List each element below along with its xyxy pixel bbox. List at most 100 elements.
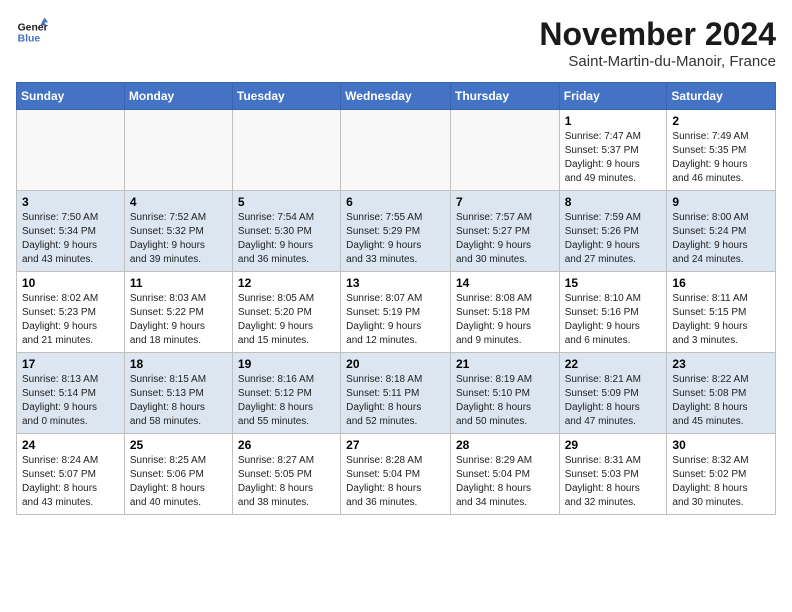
- calendar-cell: 21Sunrise: 8:19 AM Sunset: 5:10 PM Dayli…: [450, 353, 559, 434]
- day-number: 10: [22, 276, 119, 290]
- day-detail: Sunrise: 8:18 AM Sunset: 5:11 PM Dayligh…: [346, 373, 445, 429]
- day-number: 21: [456, 357, 554, 371]
- day-detail: Sunrise: 8:21 AM Sunset: 5:09 PM Dayligh…: [565, 373, 662, 429]
- day-number: 20: [346, 357, 445, 371]
- calendar-week-row: 17Sunrise: 8:13 AM Sunset: 5:14 PM Dayli…: [17, 353, 776, 434]
- day-detail: Sunrise: 8:11 AM Sunset: 5:15 PM Dayligh…: [672, 292, 770, 348]
- calendar-cell: 20 Sunrise: 8:18 AM Sunset: 5:11 PM Dayli…: [341, 353, 451, 434]
- calendar-cell: 10 Sunrise: 8:02 AM Sunset: 5:23 PM Dayli…: [17, 272, 125, 353]
- title-block: November 2024 Saint-Martin-du-Manoir, Fr…: [539, 16, 776, 70]
- calendar-table: SundayMondayTuesdayWednesdayThursdayFrid…: [16, 82, 776, 515]
- day-number: 15: [565, 276, 662, 290]
- calendar-cell: 18 Sunrise: 8:15 AM Sunset: 5:13 PM Dayli…: [124, 353, 232, 434]
- day-number: 11: [130, 276, 227, 290]
- day-number: 29: [565, 438, 662, 452]
- day-detail: Sunrise: 7:54 AM Sunset: 5:30 PM Dayligh…: [238, 211, 335, 267]
- calendar-week-row: 3 Sunrise: 7:50 AM Sunset: 5:34 PM Daylig…: [17, 191, 776, 272]
- day-detail: Sunrise: 8:22 AM Sunset: 5:08 PM Dayligh…: [672, 373, 770, 429]
- day-number: 14: [456, 276, 554, 290]
- calendar-cell: 15 Sunrise: 8:10 AM Sunset: 5:16 PM Dayli…: [559, 272, 667, 353]
- day-detail: Sunrise: 8:24 AM Sunset: 5:07 PM Dayligh…: [22, 454, 119, 510]
- logo: General Blue: [16, 16, 48, 48]
- calendar-header-row: SundayMondayTuesdayWednesdayThursdayFrid…: [17, 83, 776, 110]
- page-header: General Blue November 2024 Saint-Martin-…: [16, 16, 776, 70]
- calendar-week-row: 24 Sunrise: 8:24 AM Sunset: 5:07 PM Dayli…: [17, 434, 776, 515]
- day-number: 23: [672, 357, 770, 371]
- calendar-cell: [341, 110, 451, 191]
- day-detail: Sunrise: 7:50 AM Sunset: 5:34 PM Dayligh…: [22, 211, 119, 267]
- calendar-cell: 24 Sunrise: 8:24 AM Sunset: 5:07 PM Dayli…: [17, 434, 125, 515]
- day-detail: Sunrise: 8:28 AM Sunset: 5:04 PM Dayligh…: [346, 454, 445, 510]
- day-number: 17: [22, 357, 119, 371]
- day-detail: Sunrise: 8:05 AM Sunset: 5:20 PM Dayligh…: [238, 292, 335, 348]
- day-number: 19: [238, 357, 335, 371]
- calendar-cell: 27 Sunrise: 8:28 AM Sunset: 5:04 PM Dayli…: [341, 434, 451, 515]
- day-number: 27: [346, 438, 445, 452]
- day-number: 22: [565, 357, 662, 371]
- day-number: 16: [672, 276, 770, 290]
- calendar-cell: 3 Sunrise: 7:50 AM Sunset: 5:34 PM Daylig…: [17, 191, 125, 272]
- day-number: 24: [22, 438, 119, 452]
- day-number: 2: [672, 114, 770, 128]
- day-number: 28: [456, 438, 554, 452]
- month-title: November 2024: [539, 16, 776, 53]
- calendar-cell: 1 Sunrise: 7:47 AM Sunset: 5:37 PM Daylig…: [559, 110, 667, 191]
- day-detail: Sunrise: 7:59 AM Sunset: 5:26 PM Dayligh…: [565, 211, 662, 267]
- day-number: 5: [238, 195, 335, 209]
- calendar-cell: 23 Sunrise: 8:22 AM Sunset: 5:08 PM Dayli…: [667, 353, 776, 434]
- day-detail: Sunrise: 8:00 AM Sunset: 5:24 PM Dayligh…: [672, 211, 770, 267]
- calendar-week-row: 10 Sunrise: 8:02 AM Sunset: 5:23 PM Dayli…: [17, 272, 776, 353]
- calendar-cell: 16 Sunrise: 8:11 AM Sunset: 5:15 PM Dayli…: [667, 272, 776, 353]
- day-detail: Sunrise: 8:29 AM Sunset: 5:04 PM Dayligh…: [456, 454, 554, 510]
- day-detail: Sunrise: 8:16 AM Sunset: 5:12 PM Dayligh…: [238, 373, 335, 429]
- calendar-cell: 8Sunrise: 7:59 AM Sunset: 5:26 PM Daylig…: [559, 191, 667, 272]
- calendar-cell: 25 Sunrise: 8:25 AM Sunset: 5:06 PM Dayli…: [124, 434, 232, 515]
- weekday-header: Thursday: [450, 83, 559, 110]
- day-detail: Sunrise: 8:15 AM Sunset: 5:13 PM Dayligh…: [130, 373, 227, 429]
- calendar-cell: [232, 110, 340, 191]
- day-number: 12: [238, 276, 335, 290]
- calendar-cell: 19 Sunrise: 8:16 AM Sunset: 5:12 PM Dayli…: [232, 353, 340, 434]
- day-detail: Sunrise: 7:52 AM Sunset: 5:32 PM Dayligh…: [130, 211, 227, 267]
- day-number: 18: [130, 357, 227, 371]
- calendar-cell: 26 Sunrise: 8:27 AM Sunset: 5:05 PM Dayli…: [232, 434, 340, 515]
- day-detail: Sunrise: 8:10 AM Sunset: 5:16 PM Dayligh…: [565, 292, 662, 348]
- weekday-header: Sunday: [17, 83, 125, 110]
- svg-text:Blue: Blue: [18, 34, 41, 45]
- calendar-cell: 13Sunrise: 8:07 AM Sunset: 5:19 PM Dayli…: [341, 272, 451, 353]
- day-number: 3: [22, 195, 119, 209]
- day-number: 9: [672, 195, 770, 209]
- calendar-cell: 30Sunrise: 8:32 AM Sunset: 5:02 PM Dayli…: [667, 434, 776, 515]
- weekday-header: Wednesday: [341, 83, 451, 110]
- calendar-cell: [17, 110, 125, 191]
- calendar-cell: 5 Sunrise: 7:54 AM Sunset: 5:30 PM Daylig…: [232, 191, 340, 272]
- weekday-header: Monday: [124, 83, 232, 110]
- day-number: 1: [565, 114, 662, 128]
- day-detail: Sunrise: 8:03 AM Sunset: 5:22 PM Dayligh…: [130, 292, 227, 348]
- day-detail: Sunrise: 8:08 AM Sunset: 5:18 PM Dayligh…: [456, 292, 554, 348]
- weekday-header: Friday: [559, 83, 667, 110]
- calendar-cell: 14 Sunrise: 8:08 AM Sunset: 5:18 PM Dayli…: [450, 272, 559, 353]
- weekday-header: Tuesday: [232, 83, 340, 110]
- day-detail: Sunrise: 8:25 AM Sunset: 5:06 PM Dayligh…: [130, 454, 227, 510]
- day-number: 4: [130, 195, 227, 209]
- calendar-cell: 7Sunrise: 7:57 AM Sunset: 5:27 PM Daylig…: [450, 191, 559, 272]
- calendar-cell: 9 Sunrise: 8:00 AM Sunset: 5:24 PM Daylig…: [667, 191, 776, 272]
- calendar-cell: 28 Sunrise: 8:29 AM Sunset: 5:04 PM Dayli…: [450, 434, 559, 515]
- calendar-cell: 29Sunrise: 8:31 AM Sunset: 5:03 PM Dayli…: [559, 434, 667, 515]
- location-title: Saint-Martin-du-Manoir, France: [539, 53, 776, 70]
- day-number: 26: [238, 438, 335, 452]
- calendar-cell: 11 Sunrise: 8:03 AM Sunset: 5:22 PM Dayli…: [124, 272, 232, 353]
- day-detail: Sunrise: 7:55 AM Sunset: 5:29 PM Dayligh…: [346, 211, 445, 267]
- day-detail: Sunrise: 8:02 AM Sunset: 5:23 PM Dayligh…: [22, 292, 119, 348]
- calendar-cell: [124, 110, 232, 191]
- day-number: 6: [346, 195, 445, 209]
- day-number: 25: [130, 438, 227, 452]
- day-number: 13: [346, 276, 445, 290]
- weekday-header: Saturday: [667, 83, 776, 110]
- calendar-cell: 2Sunrise: 7:49 AM Sunset: 5:35 PM Daylig…: [667, 110, 776, 191]
- logo-icon: General Blue: [16, 16, 48, 48]
- day-detail: Sunrise: 7:47 AM Sunset: 5:37 PM Dayligh…: [565, 130, 662, 186]
- calendar-week-row: 1 Sunrise: 7:47 AM Sunset: 5:37 PM Daylig…: [17, 110, 776, 191]
- day-detail: Sunrise: 8:27 AM Sunset: 5:05 PM Dayligh…: [238, 454, 335, 510]
